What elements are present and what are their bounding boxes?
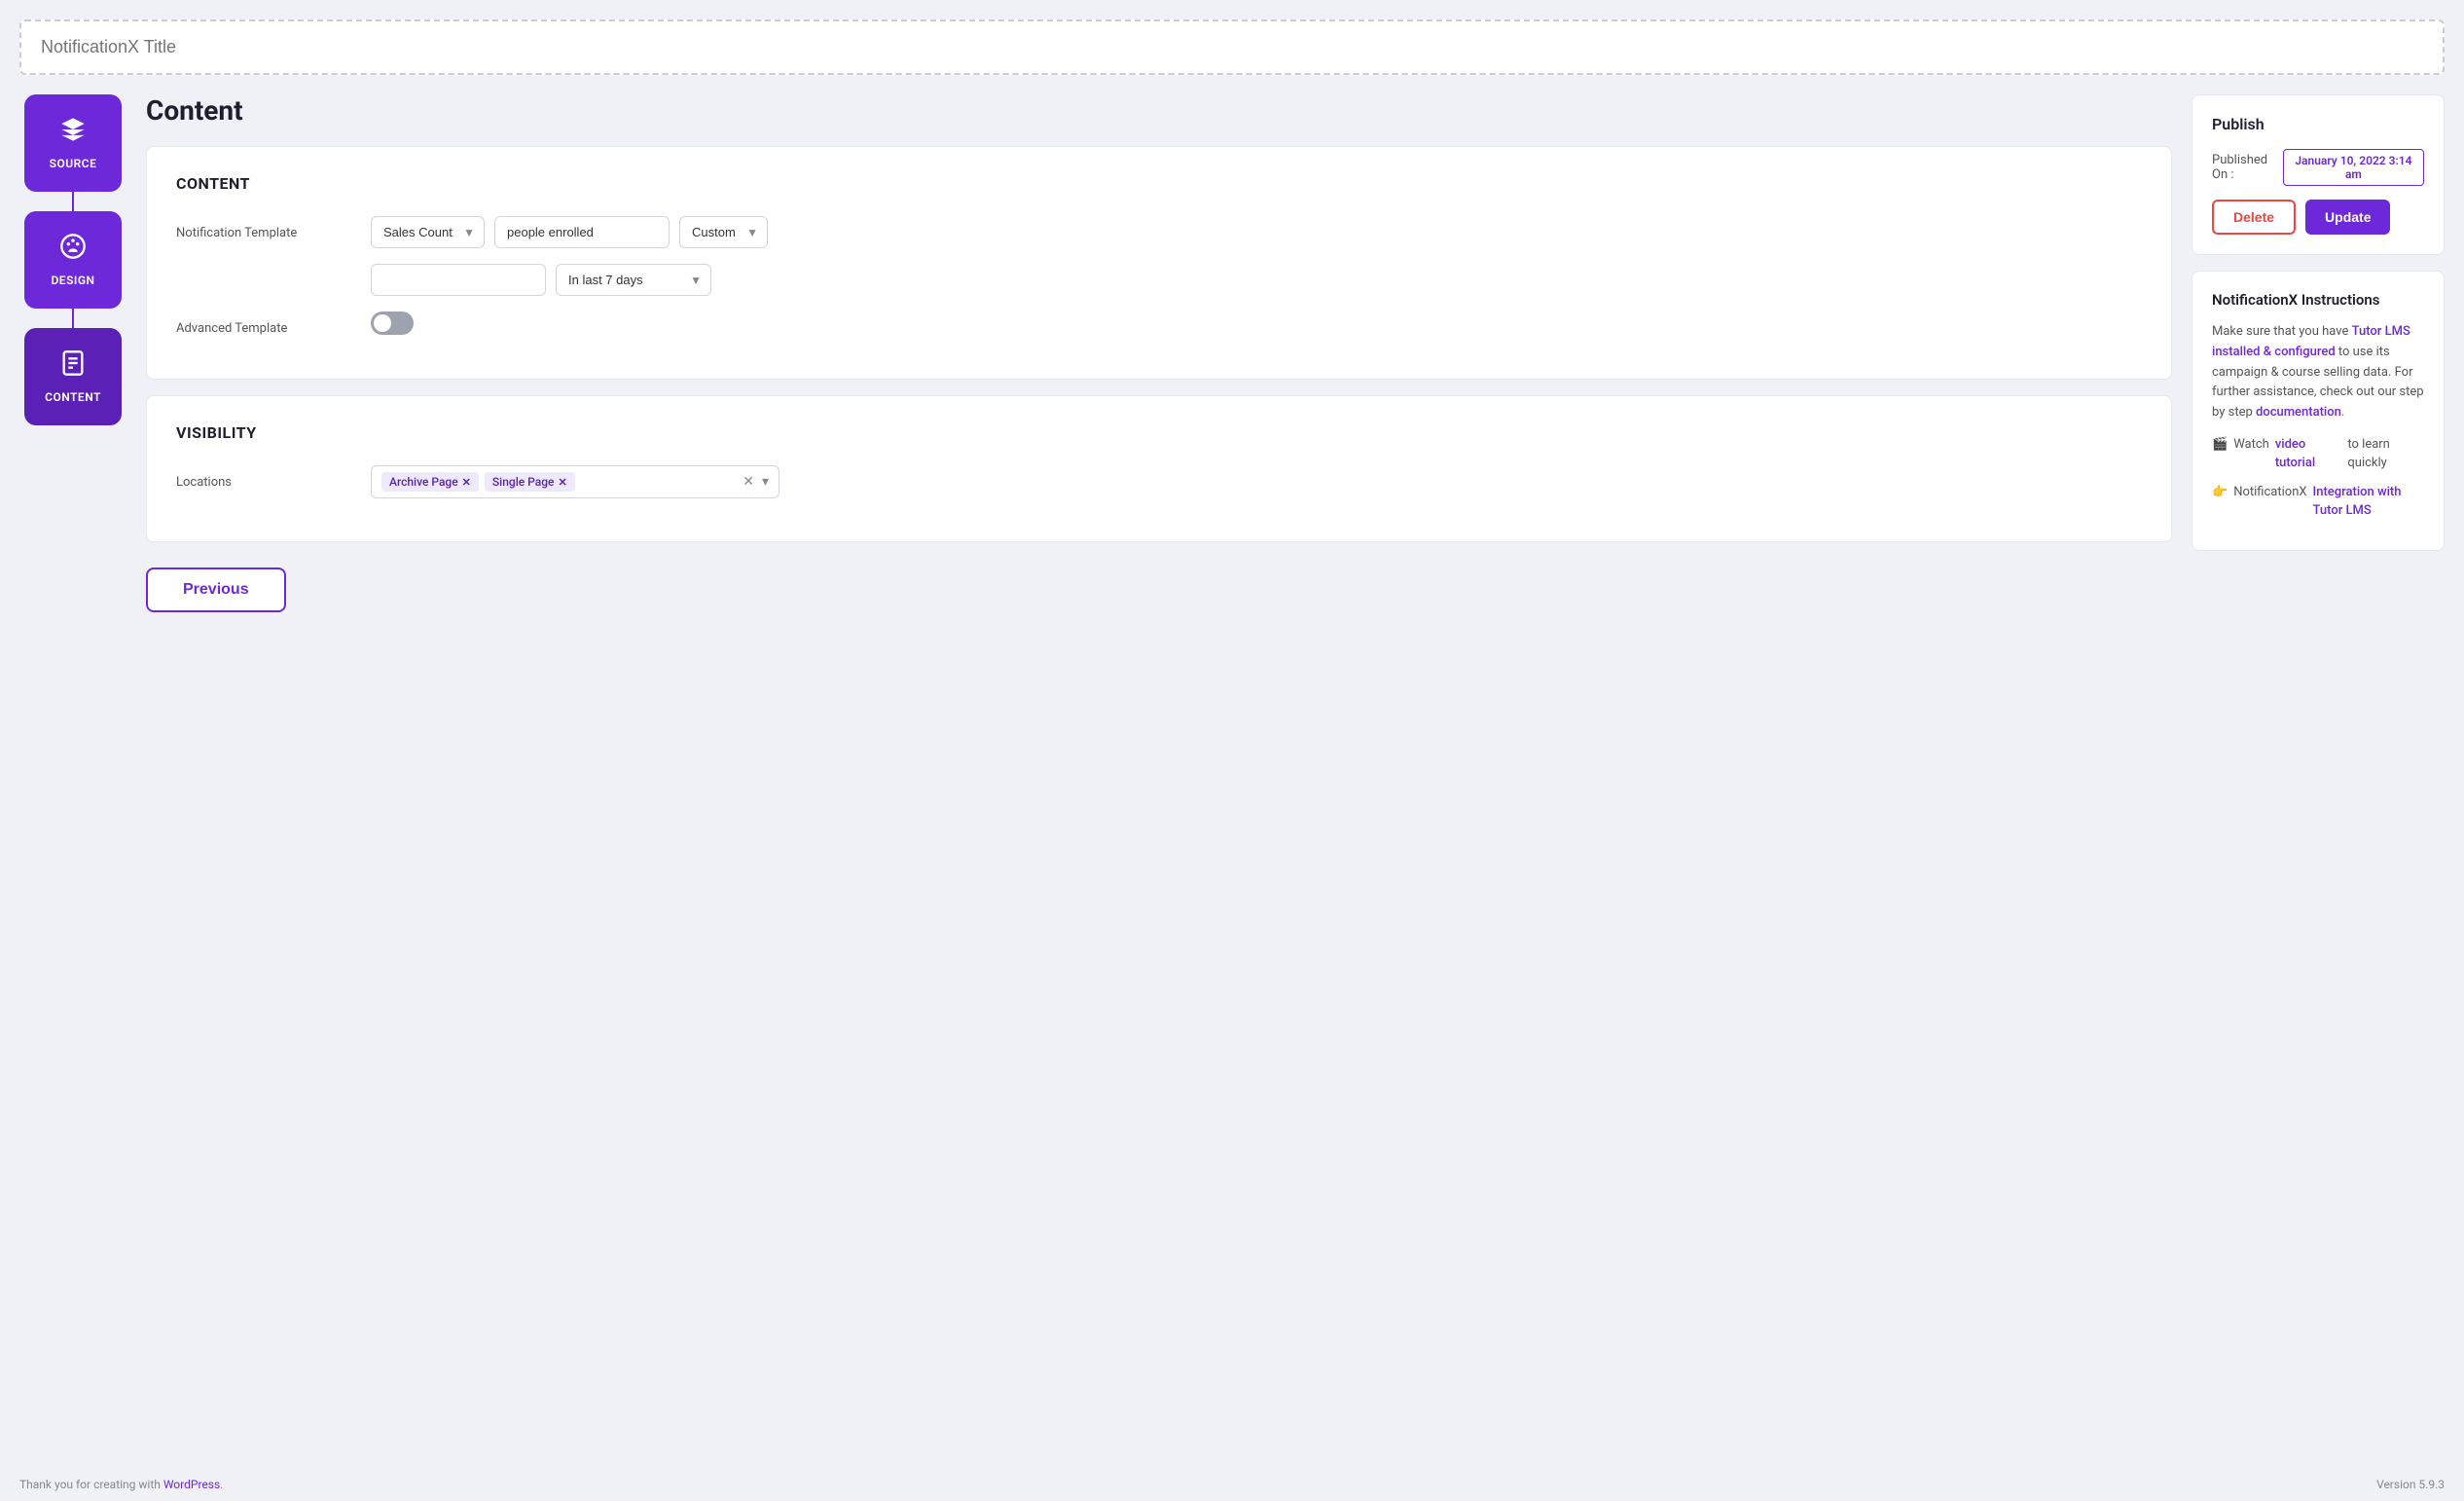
- instructions-card: NotificationX Instructions Make sure tha…: [2192, 271, 2445, 551]
- documentation-link[interactable]: documentation: [2256, 405, 2341, 420]
- file-text-icon: [59, 349, 87, 383]
- delete-button[interactable]: Delete: [2212, 200, 2296, 235]
- previous-button[interactable]: Previous: [146, 567, 286, 612]
- time-range-dropdown[interactable]: In last 7 days In last 30 days In last 9…: [556, 264, 711, 296]
- page-heading: Content: [146, 94, 2172, 127]
- locations-controls: Archive Page ✕ Single Page ✕ ✕ ▾: [371, 465, 779, 498]
- video-icon: 🎬: [2212, 435, 2228, 455]
- advanced-template-toggle-wrapper: [371, 311, 414, 335]
- advanced-template-row: Advanced Template: [176, 311, 2142, 336]
- sidebar-item-content[interactable]: CONTENT: [24, 328, 122, 425]
- notification-template-row: Notification Template Sales Count Sales …: [176, 216, 2142, 248]
- footer-bar: Thank you for creating with WordPress. V…: [19, 1468, 2445, 1491]
- update-button[interactable]: Update: [2305, 200, 2390, 235]
- instructions-period: .: [2341, 405, 2344, 420]
- sidebar-item-source[interactable]: SOURCE: [24, 94, 122, 192]
- tags-clear-icon[interactable]: ✕: [743, 474, 754, 490]
- archive-page-remove-icon[interactable]: ✕: [462, 476, 471, 489]
- template-second-row: In last 7 days In last 30 days In last 9…: [176, 264, 2142, 296]
- palette-icon: [59, 233, 87, 266]
- custom-wrapper: Custom Default Minimal Modern ▼: [679, 216, 768, 248]
- sidebar: SOURCE DESIGN: [19, 94, 127, 1458]
- advanced-template-label: Advanced Template: [176, 311, 371, 336]
- instructions-para1: Make sure that you have Tutor LMS instal…: [2212, 322, 2424, 423]
- notification-template-dropdown2[interactable]: Custom Default Minimal Modern: [679, 216, 768, 248]
- single-page-remove-icon[interactable]: ✕: [558, 476, 566, 489]
- content-section-title: CONTENT: [176, 174, 2142, 193]
- sidebar-item-design[interactable]: DESIGN: [24, 211, 122, 309]
- integration-link[interactable]: Integration with Tutor LMS: [2313, 483, 2424, 521]
- layers-icon: [59, 116, 87, 149]
- visibility-section-title: VISIBILITY: [176, 423, 2142, 442]
- published-on-value: January 10, 2022 3:14 am: [2283, 149, 2424, 186]
- content-card: CONTENT Notification Template Sales Coun…: [146, 146, 2172, 380]
- publish-card: Publish Published On : January 10, 2022 …: [2192, 94, 2445, 255]
- locations-label: Locations: [176, 465, 371, 490]
- watch-suffix: to learn quickly: [2347, 435, 2424, 473]
- instructions-before1: Make sure that you have: [2212, 324, 2352, 339]
- watch-prefix: Watch: [2233, 435, 2269, 455]
- version-text: Version 5.9.3: [2376, 1478, 2445, 1491]
- watch-tutorial-row: 🎬 Watch video tutorial to learn quickly: [2212, 435, 2424, 473]
- notification-template-label: Notification Template: [176, 216, 371, 240]
- locations-tags-container[interactable]: Archive Page ✕ Single Page ✕ ✕ ▾: [371, 465, 779, 498]
- sidebar-connector-1: [72, 192, 74, 211]
- published-on-label: Published On :: [2212, 153, 2283, 182]
- template-text-input[interactable]: [371, 264, 546, 296]
- single-page-tag: Single Page ✕: [485, 472, 575, 492]
- sidebar-design-label: DESIGN: [51, 274, 94, 287]
- sidebar-content-label: CONTENT: [45, 390, 101, 404]
- publish-title: Publish: [2212, 115, 2424, 133]
- instructions-title: NotificationX Instructions: [2212, 291, 2424, 309]
- sales-count-wrapper: Sales Count Sales Value Conversion Custo…: [371, 216, 485, 248]
- locations-row: Locations Archive Page ✕ Single Page ✕: [176, 465, 2142, 498]
- notification-template-dropdown1[interactable]: Sales Count Sales Value Conversion Custo…: [371, 216, 485, 248]
- single-page-tag-label: Single Page: [492, 475, 555, 489]
- integration-prefix: NotificationX: [2233, 483, 2306, 502]
- pointing-icon: 👉: [2212, 483, 2228, 502]
- archive-page-tag-label: Archive Page: [389, 475, 458, 489]
- sidebar-source-label: SOURCE: [50, 157, 97, 170]
- wordpress-link[interactable]: WordPress: [163, 1478, 220, 1491]
- visibility-card: VISIBILITY Locations Archive Page ✕ Sing…: [146, 395, 2172, 542]
- footer-left-text: Thank you for creating with WordPress.: [19, 1478, 223, 1491]
- publish-date-row: Published On : January 10, 2022 3:14 am: [2212, 149, 2424, 186]
- tags-controls: ✕ ▾: [743, 474, 769, 490]
- video-tutorial-link[interactable]: video tutorial: [2275, 435, 2342, 473]
- advanced-template-controls: [371, 311, 414, 335]
- notification-template-controls: Sales Count Sales Value Conversion Custo…: [371, 216, 768, 248]
- content-area: Content CONTENT Notification Template Sa…: [146, 94, 2172, 1458]
- time-range-wrapper: In last 7 days In last 30 days In last 9…: [556, 264, 711, 296]
- footer-thanks-text: Thank you for creating with: [19, 1478, 161, 1491]
- people-enrolled-input[interactable]: [494, 216, 670, 248]
- right-panel: Publish Published On : January 10, 2022 …: [2192, 94, 2445, 1458]
- advanced-template-toggle[interactable]: [371, 311, 414, 335]
- notification-title-input[interactable]: [41, 37, 2423, 57]
- title-bar: [19, 19, 2445, 75]
- archive-page-tag: Archive Page ✕: [381, 472, 479, 492]
- integration-row: 👉 NotificationX Integration with Tutor L…: [2212, 483, 2424, 521]
- tags-dropdown-icon[interactable]: ▾: [762, 474, 769, 490]
- sidebar-connector-2: [72, 309, 74, 328]
- toggle-slider: [371, 311, 414, 335]
